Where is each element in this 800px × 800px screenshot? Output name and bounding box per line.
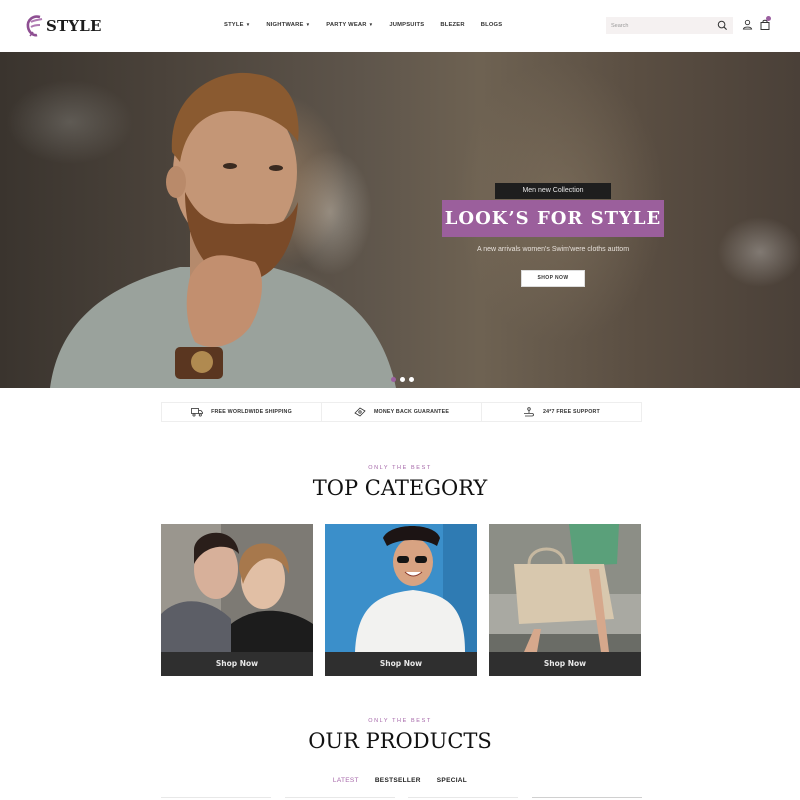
hero-model-image bbox=[50, 72, 396, 388]
category-image bbox=[161, 524, 313, 652]
nav-item-jumpsuits[interactable]: JUMPSUITS bbox=[389, 20, 424, 30]
chevron-down-icon: ▼ bbox=[245, 22, 251, 27]
feature-label: MONEY BACK GUARANTEE bbox=[373, 409, 450, 415]
nav-label: NIGHTWARE bbox=[266, 22, 304, 28]
feature-label: FREE WORLDWIDE SHIPPING bbox=[211, 409, 292, 415]
shop-now-button[interactable]: SHOP NOW bbox=[521, 270, 585, 287]
money-icon bbox=[354, 407, 366, 417]
hero-description: A new arrivals women's Swim'were cloths … bbox=[476, 246, 630, 253]
search-input[interactable] bbox=[611, 22, 711, 29]
category-card[interactable]: Shop Now bbox=[161, 524, 313, 676]
logo-icon bbox=[26, 15, 43, 37]
brand-name: STYLE bbox=[46, 17, 102, 35]
feature-label: 24*7 FREE SUPPORT bbox=[543, 409, 600, 415]
section-eyebrow: ONLY THE BEST bbox=[368, 465, 432, 471]
nav-label: PARTY WEAR bbox=[326, 22, 367, 28]
hero-subtitle: Men new Collection bbox=[495, 183, 611, 199]
nav-label: JUMPSUITS bbox=[389, 22, 425, 28]
category-card[interactable]: Shop Now bbox=[325, 524, 477, 676]
tab-bestseller[interactable]: BESTSELLER bbox=[375, 777, 421, 784]
feature-money-back: MONEY BACK GUARANTEE bbox=[322, 403, 482, 421]
shop-now-button[interactable]: Shop Now bbox=[161, 652, 313, 676]
cart-count-badge bbox=[766, 16, 771, 21]
nav-item-blogs[interactable]: BLOGS bbox=[481, 20, 503, 30]
shop-now-button[interactable]: Shop Now bbox=[325, 652, 477, 676]
search-box bbox=[606, 17, 733, 34]
section-title: TOP CATEGORY bbox=[312, 476, 488, 500]
slide-dot-2[interactable] bbox=[400, 377, 405, 382]
brand-logo[interactable]: STYLE bbox=[25, 13, 102, 39]
slide-dot-1[interactable] bbox=[391, 377, 396, 382]
feature-shipping: FREE WORLDWIDE SHIPPING bbox=[162, 403, 322, 421]
section-eyebrow: ONLY THE BEST bbox=[368, 718, 432, 724]
category-image bbox=[489, 524, 641, 652]
nav-label: BLEZER bbox=[440, 22, 465, 28]
category-image bbox=[325, 524, 477, 652]
nav-item-party-wear[interactable]: PARTY WEAR ▼ bbox=[326, 20, 373, 30]
shop-now-button[interactable]: Shop Now bbox=[489, 652, 641, 676]
hero-slider: Men new Collection LOOK’S FOR STYLE A ne… bbox=[0, 52, 800, 388]
product-tabs: LATEST BESTSELLER SPECIAL bbox=[0, 777, 800, 784]
main-nav: STYLE ▼ NIGHTWARE ▼ PARTY WEAR ▼ JUMPSUITS … bbox=[224, 20, 518, 30]
support-hand-icon bbox=[524, 407, 534, 417]
hero-title: LOOK’S FOR STYLE bbox=[442, 200, 664, 237]
nav-item-nightware[interactable]: NIGHTWARE ▼ bbox=[266, 20, 310, 30]
nav-item-style[interactable]: STYLE ▼ bbox=[224, 20, 250, 30]
nav-label: BLOGS bbox=[480, 22, 503, 28]
site-header: STYLE STYLE ▼ NIGHTWARE ▼ PARTY WEAR ▼ JUMP… bbox=[0, 0, 800, 52]
category-card[interactable]: Shop Now bbox=[489, 524, 641, 676]
section-title: OUR PRODUCTS bbox=[308, 729, 492, 753]
truck-icon bbox=[191, 408, 203, 417]
features-bar: FREE WORLDWIDE SHIPPING MONEY BACK GUARA… bbox=[161, 402, 642, 422]
chevron-down-icon: ▼ bbox=[305, 22, 311, 27]
slider-pagination bbox=[391, 377, 414, 382]
tab-latest[interactable]: LATEST bbox=[333, 777, 359, 784]
user-icon[interactable] bbox=[742, 19, 753, 30]
tab-special[interactable]: SPECIAL bbox=[437, 777, 467, 784]
chevron-down-icon: ▼ bbox=[368, 22, 374, 27]
nav-item-blezer[interactable]: BLEZER bbox=[440, 20, 464, 30]
slide-dot-3[interactable] bbox=[409, 377, 414, 382]
nav-label: STYLE bbox=[224, 22, 244, 28]
search-icon[interactable] bbox=[717, 20, 728, 31]
feature-support: 24*7 FREE SUPPORT bbox=[482, 403, 641, 421]
